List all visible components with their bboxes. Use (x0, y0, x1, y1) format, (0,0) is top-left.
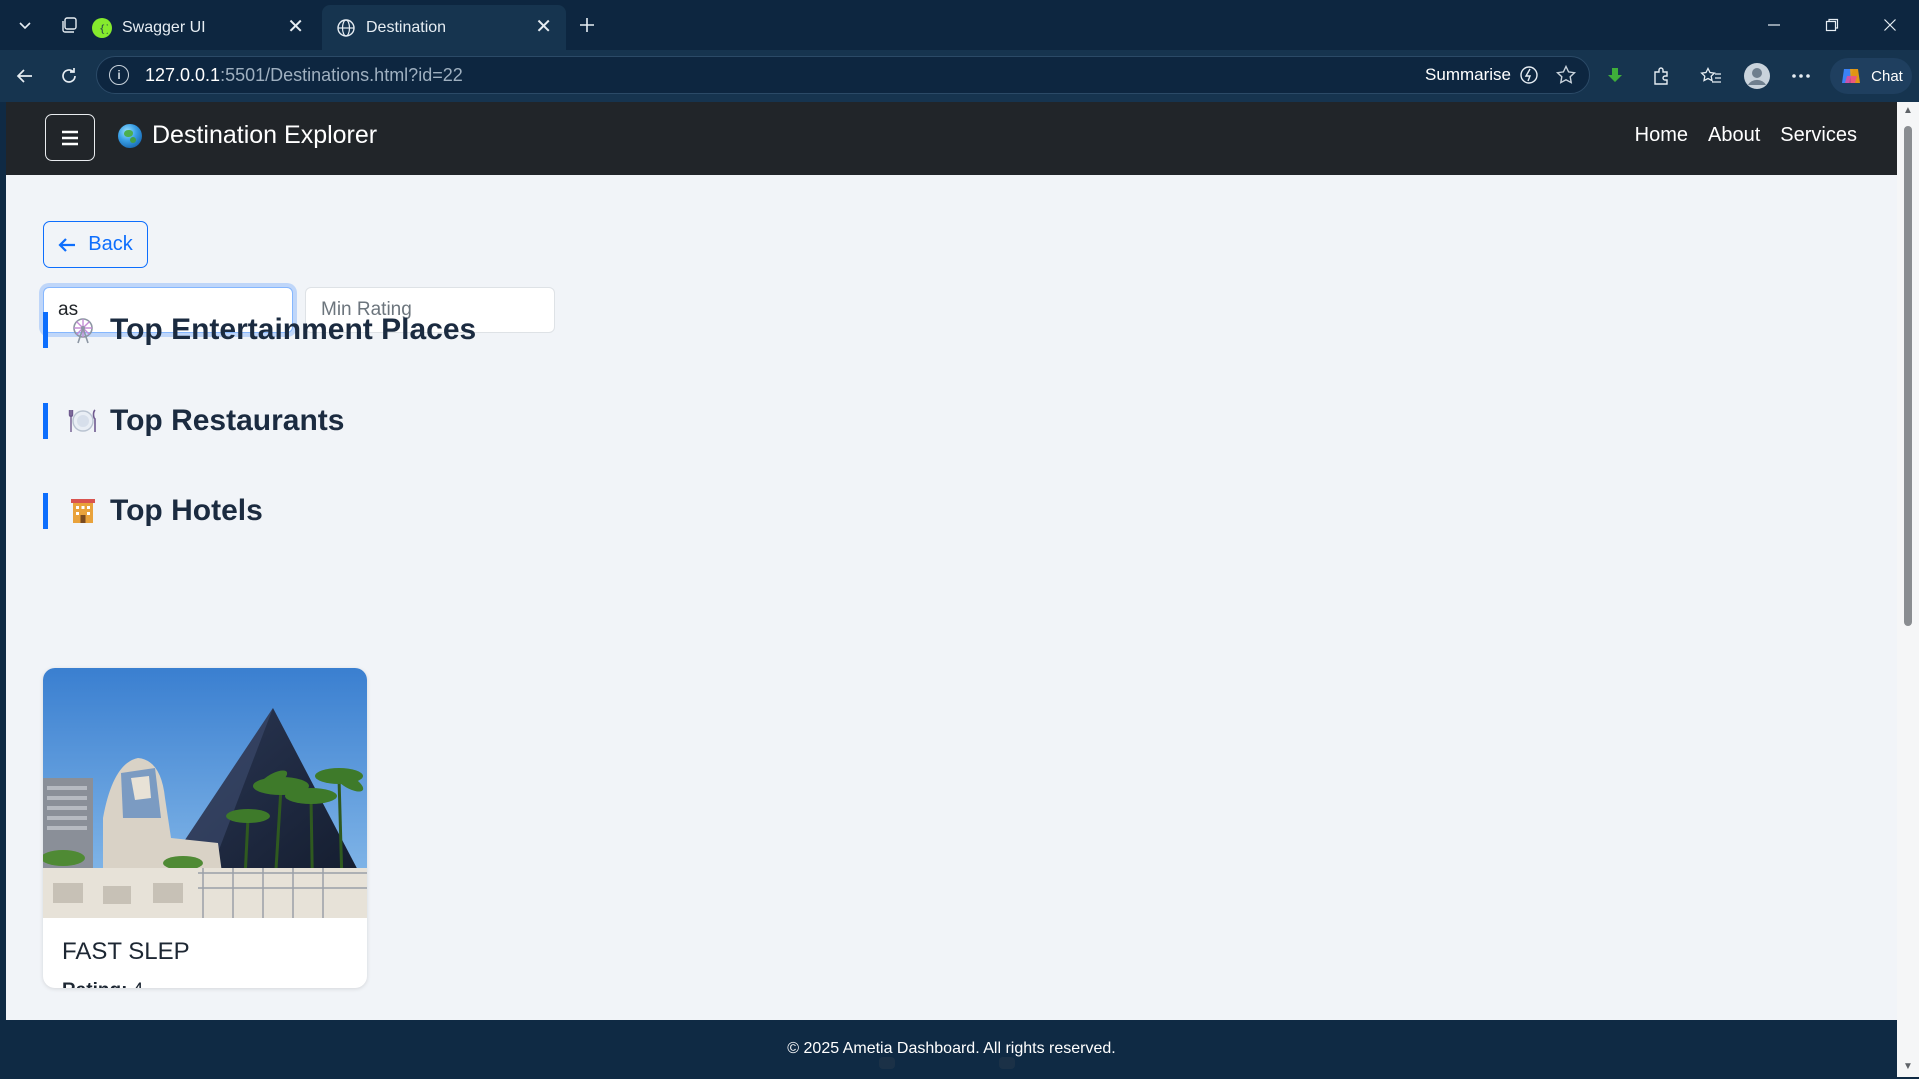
hotel-card[interactable]: FAST SLEP Rating: 4 (43, 668, 367, 988)
nav-links: Home About Services (1635, 124, 1857, 147)
tab-title: Destination (366, 18, 447, 36)
favorite-star-icon[interactable] (1555, 64, 1577, 91)
copilot-chat-button[interactable]: Chat (1830, 58, 1912, 94)
url-text: 127.0.0.1:5501/Destinations.html?id=22 (145, 64, 463, 85)
brand-title: Destination Explorer (152, 121, 378, 149)
ferris-wheel-icon (68, 315, 98, 345)
more-options-icon[interactable] (1784, 59, 1818, 93)
back-button[interactable]: Back (43, 221, 148, 268)
profile-avatar-icon[interactable] (1740, 59, 1774, 93)
back-arrow-icon[interactable] (8, 59, 42, 93)
svg-text:{}: {} (99, 24, 108, 34)
section-hotels-title: Top Hotels (43, 493, 263, 529)
favorites-list-icon[interactable] (1694, 59, 1728, 93)
swagger-favicon-icon: {} (92, 17, 112, 38)
hamburger-icon (62, 130, 78, 145)
minimize-window-icon[interactable] (1754, 8, 1794, 42)
tab-list-chevron-icon[interactable] (8, 8, 42, 42)
hotel-rating: Rating: 4 (62, 980, 143, 988)
nav-link-services[interactable]: Services (1780, 124, 1857, 147)
site-navbar: Destination Explorer Home About Services (6, 102, 1897, 175)
close-window-icon[interactable] (1870, 8, 1910, 42)
section-restaurants-title: Top Restaurants (43, 403, 344, 439)
extensions-puzzle-icon[interactable] (1644, 59, 1678, 93)
new-tab-plus-icon[interactable] (570, 8, 604, 42)
copilot-icon (1842, 69, 1861, 83)
close-tab-icon[interactable]: ✕ (287, 16, 304, 38)
globe-favicon-icon (336, 18, 356, 38)
hotel-photo (43, 668, 367, 918)
summarise-button[interactable]: Summarise (1425, 65, 1539, 85)
browser-address-bar: i 127.0.0.1:5501/Destinations.html?id=22… (0, 50, 1919, 102)
hamburger-menu-button[interactable] (45, 114, 95, 161)
section-entertainment-title: Top Entertainment Places (43, 312, 476, 348)
brand-logo[interactable]: Destination Explorer (118, 121, 377, 150)
close-tab-icon[interactable]: ✕ (535, 16, 552, 38)
tab-destination[interactable]: Destination ✕ (322, 5, 566, 50)
scroll-up-arrow-icon[interactable]: ▲ (1903, 106, 1913, 116)
footer-copyright: © 2025 Ametia Dashboard. All rights rese… (787, 1039, 1116, 1057)
plate-cutlery-icon (68, 406, 98, 436)
summarise-icon (1520, 66, 1538, 84)
globe-icon (118, 123, 142, 148)
extension-download-icon[interactable] (1598, 59, 1632, 93)
arrow-left-icon (58, 237, 76, 252)
scroll-down-arrow-icon[interactable]: ▼ (1903, 1062, 1913, 1072)
tab-swagger-ui[interactable]: {} Swagger UI ✕ (78, 5, 318, 50)
page-scrollbar[interactable]: ▲ ▼ (1897, 102, 1919, 1077)
page-viewport: Destination Explorer Home About Services… (6, 102, 1897, 1077)
scrollbar-thumb[interactable] (1904, 126, 1912, 626)
url-bar[interactable]: i 127.0.0.1:5501/Destinations.html?id=22… (96, 56, 1590, 94)
hotel-name: FAST SLEP (62, 938, 190, 965)
nav-link-home[interactable]: Home (1635, 124, 1688, 147)
restore-window-icon[interactable] (1812, 8, 1852, 42)
browser-tab-bar: {} Swagger UI ✕ Destination ✕ (0, 0, 1919, 50)
nav-link-about[interactable]: About (1708, 124, 1760, 147)
site-info-icon[interactable]: i (109, 65, 129, 85)
hotel-building-icon (68, 496, 98, 526)
site-footer: © 2025 Ametia Dashboard. All rights rese… (6, 1020, 1897, 1077)
tab-title: Swagger UI (122, 18, 206, 36)
refresh-icon[interactable] (52, 59, 86, 93)
